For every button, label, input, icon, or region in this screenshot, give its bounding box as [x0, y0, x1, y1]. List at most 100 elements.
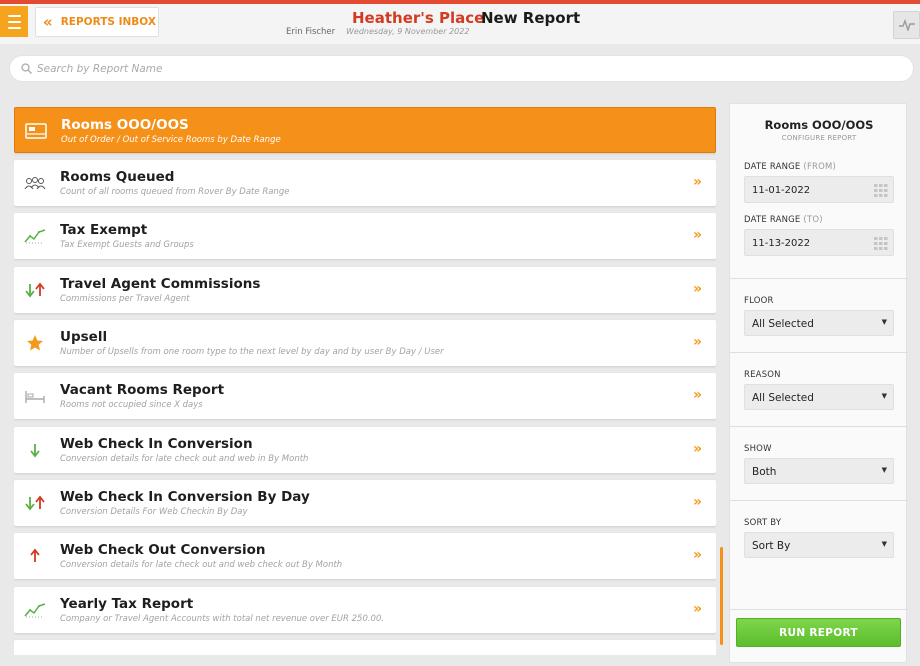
report-item-rooms-ooo-oos[interactable]: Rooms OOO/OOS Out of Order / Out of Serv…: [14, 107, 716, 153]
report-subtitle: Conversion Details For Web Checkin By Da…: [60, 507, 248, 517]
date-to-field[interactable]: 11-13-2022: [744, 229, 894, 256]
reports-inbox-label: REPORTS INBOX: [60, 16, 156, 28]
caret-down-icon: ▼: [881, 318, 887, 326]
reports-inbox-button[interactable]: « REPORTS INBOX: [35, 7, 159, 37]
divider: [730, 278, 908, 279]
report-item-tax-exempt[interactable]: Tax Exempt Tax Exempt Guests and Groups …: [14, 213, 716, 259]
reason-value: All Selected: [752, 392, 814, 404]
report-item-upsell[interactable]: Upsell Number of Upsells from one room t…: [14, 320, 716, 366]
floor-value: All Selected: [752, 318, 814, 330]
trend-chart-icon: [23, 599, 47, 621]
report-subtitle: Conversion details for late check out an…: [60, 560, 343, 570]
menu-icon: [7, 14, 21, 17]
config-title: Rooms OOO/OOS: [764, 118, 874, 132]
reason-label: REASON: [744, 370, 781, 380]
report-title: Vacant Rooms Report: [60, 382, 225, 398]
report-item-web-check-in-conversion[interactable]: Web Check In Conversion Conversion detai…: [14, 427, 716, 473]
report-title: Upsell: [60, 329, 108, 345]
report-item-travel-agent-commissions[interactable]: Travel Agent Commissions Commissions per…: [14, 267, 716, 313]
show-value: Both: [752, 466, 777, 478]
reason-select[interactable]: All Selected ▼: [744, 384, 894, 410]
show-label: SHOW: [744, 444, 772, 454]
pulse-icon: [898, 19, 915, 31]
report-title: Web Check In Conversion: [60, 436, 253, 452]
up-down-arrows-icon: [23, 279, 47, 301]
chevron-right-icon: »: [693, 281, 703, 297]
report-title: Rooms Queued: [60, 169, 175, 185]
activity-button[interactable]: [893, 11, 920, 39]
up-arrow-icon: [23, 545, 47, 567]
menu-icon-line: [7, 20, 21, 23]
star-icon: [23, 332, 47, 354]
chevron-right-icon: »: [693, 334, 703, 350]
divider: [730, 352, 908, 353]
floor-label: FLOOR: [744, 296, 774, 306]
search-icon: [21, 63, 32, 74]
report-title: Tax Exempt: [60, 222, 148, 238]
caret-down-icon: ▼: [881, 392, 887, 400]
report-title: Travel Agent Commissions: [60, 276, 261, 292]
report-subtitle: Count of all rooms queued from Rover By …: [60, 187, 290, 197]
caret-down-icon: ▼: [881, 466, 887, 474]
chevron-right-icon: »: [693, 601, 703, 617]
report-subtitle: Company or Travel Agent Accounts with to…: [60, 614, 385, 624]
report-title: Web Check Out Conversion: [60, 542, 266, 558]
report-subtitle: Commissions per Travel Agent: [60, 294, 190, 304]
report-title: Yearly Tax Report: [60, 596, 194, 612]
report-item-web-check-in-conversion-by-day[interactable]: Web Check In Conversion By Day Conversio…: [14, 480, 716, 526]
sort-by-value: Sort By: [752, 540, 791, 552]
people-queue-icon: [23, 172, 47, 194]
trend-chart-icon: [23, 225, 47, 247]
report-title: Web Check In Conversion By Day: [60, 489, 310, 505]
chevron-right-icon: »: [693, 494, 703, 510]
report-item-web-check-out-conversion[interactable]: Web Check Out Conversion Conversion deta…: [14, 533, 716, 579]
report-subtitle: Rooms not occupied since X days: [60, 400, 203, 410]
down-arrow-icon: [23, 439, 47, 461]
calendar-grid-icon: [874, 184, 888, 197]
divider: [730, 426, 908, 427]
sort-by-select[interactable]: Sort By ▼: [744, 532, 894, 558]
chevron-right-icon: »: [693, 387, 703, 403]
date-from-field[interactable]: 11-01-2022: [744, 176, 894, 203]
report-list: Rooms OOO/OOS Out of Order / Out of Serv…: [14, 107, 716, 655]
caret-down-icon: ▼: [881, 540, 887, 548]
date-to-value: 11-13-2022: [752, 238, 811, 249]
chevron-right-icon: »: [693, 441, 703, 457]
chevron-right-icon: »: [693, 227, 703, 243]
search-input[interactable]: [37, 62, 897, 75]
hotel-name: Heather's Place: [352, 9, 485, 27]
divider: [730, 609, 908, 610]
business-date: Wednesday, 9 November 2022: [346, 27, 470, 36]
run-report-button[interactable]: RUN REPORT: [736, 618, 901, 647]
divider: [730, 500, 908, 501]
menu-icon-line: [7, 26, 21, 29]
room-icon: [24, 120, 48, 142]
report-subtitle: Number of Upsells from one room type to …: [60, 347, 444, 357]
date-to-label: DATE RANGE (TO): [744, 215, 823, 225]
date-from-label: DATE RANGE (FROM): [744, 162, 837, 172]
chevron-right-icon: »: [693, 547, 703, 563]
chevron-right-icon: »: [693, 174, 703, 190]
report-item-rooms-queued[interactable]: Rooms Queued Count of all rooms queued f…: [14, 160, 716, 206]
report-title: Rooms OOO/OOS: [61, 117, 189, 133]
list-scrollbar[interactable]: [720, 547, 723, 645]
date-from-value: 11-01-2022: [752, 185, 811, 196]
page-title: New Report: [481, 9, 581, 27]
report-search-bar[interactable]: [9, 55, 914, 82]
report-item-vacant-rooms[interactable]: Vacant Rooms Report Rooms not occupied s…: [14, 373, 716, 419]
hamburger-menu-button[interactable]: [0, 6, 28, 37]
report-item-partial[interactable]: [14, 640, 716, 655]
configure-report-panel: Rooms OOO/OOS CONFIGURE REPORT DATE RANG…: [729, 103, 908, 663]
report-subtitle: Conversion details for late check out an…: [60, 454, 309, 464]
user-name: Erin Fischer: [286, 27, 336, 37]
report-item-yearly-tax-report[interactable]: Yearly Tax Report Company or Travel Agen…: [14, 587, 716, 633]
calendar-grid-icon: [874, 237, 888, 250]
show-select[interactable]: Both ▼: [744, 458, 894, 484]
bed-icon: [23, 385, 47, 407]
config-subtitle: CONFIGURE REPORT: [781, 134, 857, 142]
sort-by-label: SORT BY: [744, 518, 782, 528]
double-chevron-left-icon: «: [43, 12, 53, 31]
report-subtitle: Out of Order / Out of Service Rooms by D…: [61, 135, 281, 145]
floor-select[interactable]: All Selected ▼: [744, 310, 894, 336]
report-subtitle: Tax Exempt Guests and Groups: [60, 240, 194, 250]
